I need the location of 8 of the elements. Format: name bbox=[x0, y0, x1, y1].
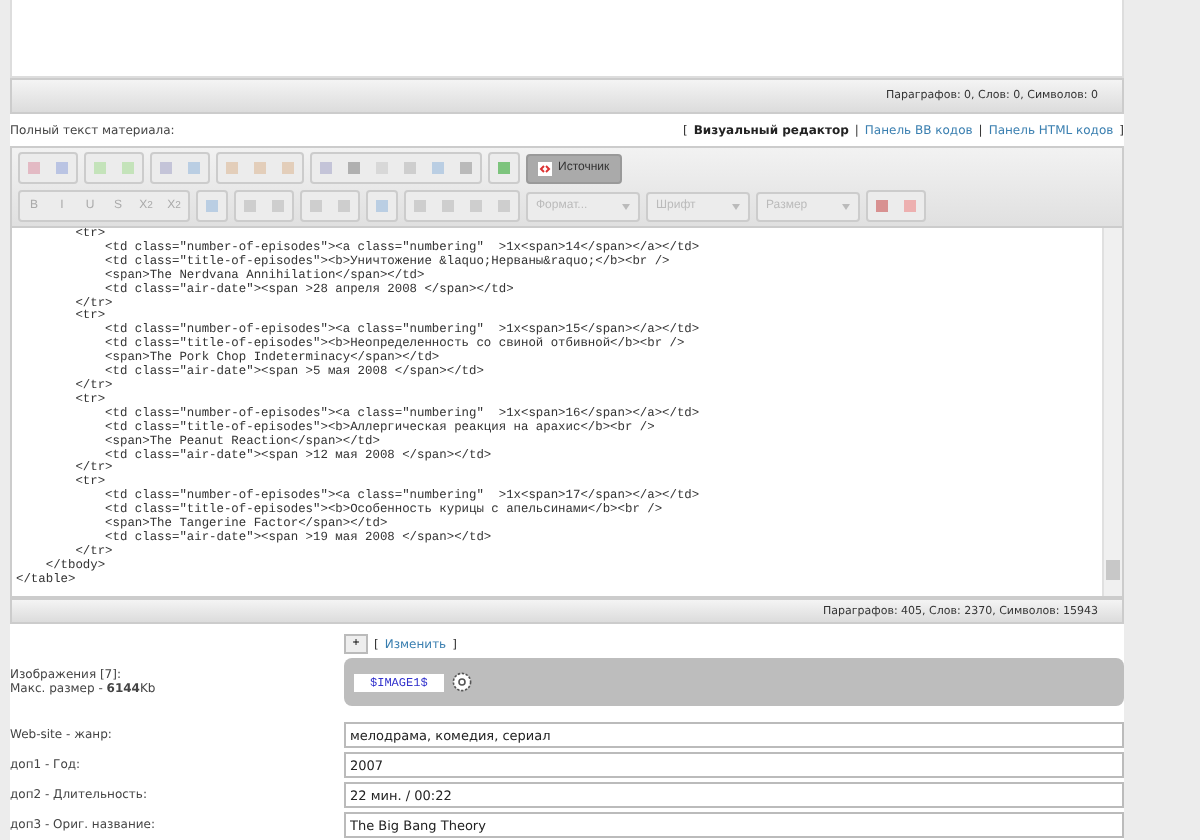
settings-icon[interactable] bbox=[451, 672, 472, 692]
caret-icon bbox=[732, 203, 740, 209]
scrollbar-thumb[interactable] bbox=[1106, 560, 1120, 580]
caret-icon bbox=[842, 203, 850, 209]
source-icon bbox=[538, 161, 552, 175]
caret-icon bbox=[622, 203, 630, 209]
scrollbar[interactable] bbox=[1102, 228, 1122, 596]
editor-area[interactable] bbox=[10, 0, 1124, 78]
